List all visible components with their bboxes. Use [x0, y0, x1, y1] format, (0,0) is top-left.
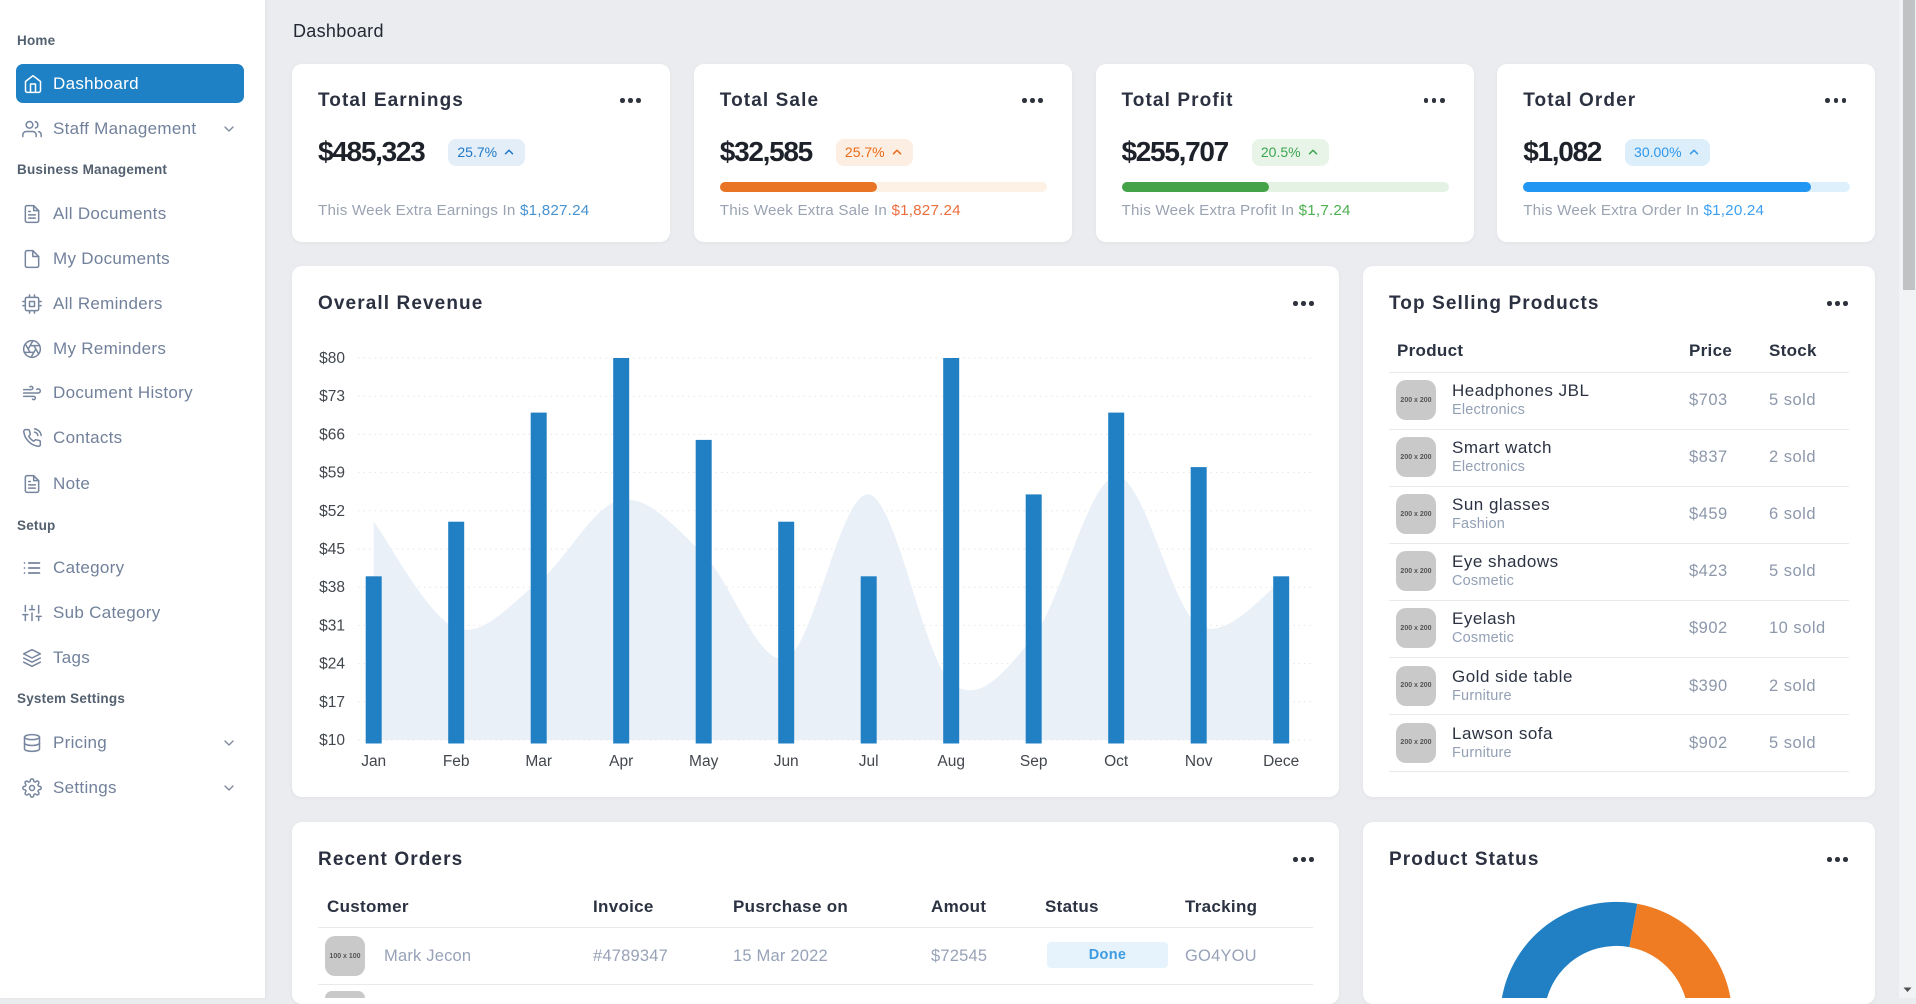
svg-text:$52: $52: [319, 503, 345, 520]
svg-text:Jun: Jun: [774, 753, 799, 770]
svg-text:Nov: Nov: [1185, 753, 1213, 770]
svg-text:$38: $38: [319, 579, 345, 596]
svg-text:Jul: Jul: [859, 753, 879, 770]
svg-text:$45: $45: [319, 541, 345, 558]
svg-text:Feb: Feb: [443, 753, 470, 770]
svg-text:May: May: [689, 753, 719, 770]
svg-text:Dece: Dece: [1263, 753, 1299, 770]
svg-text:$59: $59: [319, 465, 345, 482]
svg-text:$80: $80: [319, 350, 345, 367]
svg-text:Sep: Sep: [1020, 753, 1048, 770]
svg-text:$24: $24: [319, 656, 345, 673]
svg-text:Oct: Oct: [1104, 753, 1129, 770]
svg-text:$17: $17: [319, 694, 345, 711]
svg-text:Aug: Aug: [937, 753, 965, 770]
svg-text:$10: $10: [319, 732, 345, 749]
svg-text:Mar: Mar: [525, 753, 552, 770]
svg-text:$73: $73: [319, 388, 345, 405]
svg-text:$66: $66: [319, 426, 345, 443]
svg-text:Apr: Apr: [609, 753, 633, 770]
svg-text:$31: $31: [319, 617, 345, 634]
svg-text:Jan: Jan: [361, 753, 386, 770]
